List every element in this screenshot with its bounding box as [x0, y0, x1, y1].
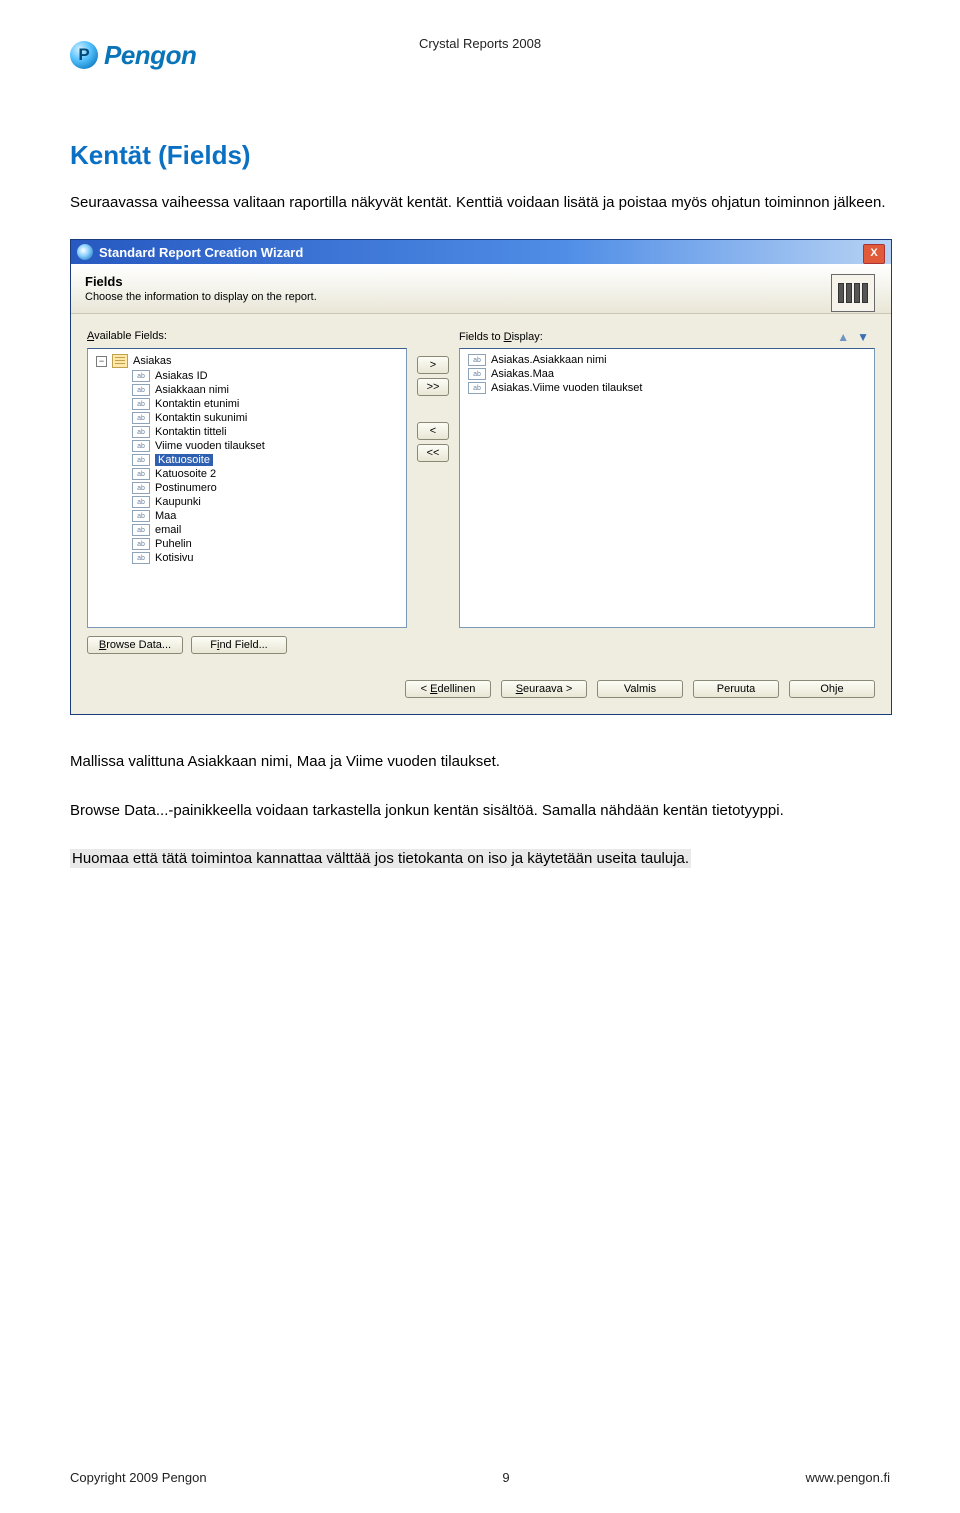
intro-paragraph: Seuraavassa vaiheessa valitaan raportill…: [70, 191, 890, 214]
field-icon: ab: [132, 496, 150, 508]
wizard-window: Standard Report Creation Wizard X Fields…: [70, 239, 892, 715]
wizard-header: Fields Choose the information to display…: [71, 264, 891, 314]
field-label: Kaupunki: [155, 496, 201, 508]
field-icon: ab: [132, 482, 150, 494]
field-label: Kontaktin titteli: [155, 426, 227, 438]
wizard-title-text: Standard Report Creation Wizard: [99, 245, 303, 260]
available-field-item[interactable]: ab Kontaktin titteli: [90, 425, 404, 439]
move-down-icon[interactable]: ▼: [857, 330, 869, 344]
field-icon: ab: [468, 354, 486, 366]
wizard-header-title: Fields: [85, 274, 123, 289]
next-button[interactable]: Seuraava >: [501, 680, 587, 698]
field-label: Kontaktin etunimi: [155, 398, 239, 410]
display-field-item[interactable]: ab Asiakas.Viime vuoden tilaukset: [462, 381, 872, 395]
field-label: Asiakkaan nimi: [155, 384, 229, 396]
field-icon: ab: [132, 538, 150, 550]
remove-button[interactable]: <: [417, 422, 449, 440]
field-icon: ab: [132, 468, 150, 480]
document-header-title: Crystal Reports 2008: [70, 36, 890, 51]
field-icon: ab: [468, 382, 486, 394]
field-label: Katuosoite: [155, 454, 213, 466]
footer-page-number: 9: [502, 1470, 509, 1485]
field-label: Postinumero: [155, 482, 217, 494]
field-icon: ab: [132, 454, 150, 466]
field-icon: ab: [132, 398, 150, 410]
reorder-arrows: ▲ ▼: [837, 330, 869, 344]
field-icon: ab: [132, 552, 150, 564]
collapse-icon[interactable]: −: [96, 356, 107, 367]
page-header: P Pengon Crystal Reports 2008: [70, 30, 890, 80]
caption-2: Browse Data...-painikkeella voidaan tark…: [70, 799, 890, 822]
field-icon: ab: [468, 368, 486, 380]
available-field-item[interactable]: ab Katuosoite 2: [90, 467, 404, 481]
tree-root-item[interactable]: − Asiakas: [90, 353, 404, 369]
back-button[interactable]: < Edellinen: [405, 680, 491, 698]
available-field-item[interactable]: ab Kontaktin sukunimi: [90, 411, 404, 425]
available-field-item[interactable]: ab Kotisivu: [90, 551, 404, 565]
field-icon: ab: [132, 440, 150, 452]
fields-icon: [831, 274, 875, 312]
field-icon: ab: [132, 510, 150, 522]
field-label: email: [155, 524, 181, 536]
remove-all-button[interactable]: <<: [417, 444, 449, 462]
table-name: Asiakas: [133, 355, 172, 367]
field-label: Katuosoite 2: [155, 468, 216, 480]
field-label: Asiakas.Asiakkaan nimi: [491, 354, 607, 366]
field-label: Kotisivu: [155, 552, 194, 564]
field-icon: ab: [132, 384, 150, 396]
section-title: Kentät (Fields): [70, 140, 890, 171]
add-all-button[interactable]: >>: [417, 378, 449, 396]
field-icon: ab: [132, 426, 150, 438]
browse-data-button[interactable]: Browse Data...: [87, 636, 183, 654]
cancel-button[interactable]: Peruuta: [693, 680, 779, 698]
available-field-item[interactable]: ab Katuosoite: [90, 453, 404, 467]
footer-copyright: Copyright 2009 Pengon: [70, 1470, 207, 1485]
find-field-button[interactable]: Find Field...: [191, 636, 287, 654]
move-up-icon[interactable]: ▲: [837, 330, 849, 344]
footer-url: www.pengon.fi: [805, 1470, 890, 1485]
available-field-item[interactable]: ab Viime vuoden tilaukset: [90, 439, 404, 453]
available-field-item[interactable]: ab Postinumero: [90, 481, 404, 495]
display-fields-list[interactable]: ab Asiakas.Asiakkaan nimi ab Asiakas.Maa ab A…: [459, 348, 875, 628]
field-label: Puhelin: [155, 538, 192, 550]
add-button[interactable]: >: [417, 356, 449, 374]
move-buttons: > >> < <<: [417, 356, 449, 480]
display-fields-label: Fields to Display:: [459, 331, 543, 343]
field-label: Maa: [155, 510, 176, 522]
field-icon: ab: [132, 524, 150, 536]
help-button[interactable]: Ohje: [789, 680, 875, 698]
page-footer: Copyright 2009 Pengon 9 www.pengon.fi: [70, 1470, 890, 1485]
wizard-titlebar: Standard Report Creation Wizard X: [71, 240, 891, 264]
field-label: Viime vuoden tilaukset: [155, 440, 265, 452]
wizard-body: Available Fields: Fields to Display: ▲ ▼…: [71, 314, 891, 664]
available-fields-label: Available Fields:: [87, 330, 167, 342]
available-fields-list[interactable]: − Asiakas ab Asiakas ID ab Asiakkaan nimi ab Ko…: [87, 348, 407, 628]
field-label: Asiakas.Maa: [491, 368, 554, 380]
available-field-item[interactable]: ab Puhelin: [90, 537, 404, 551]
table-icon: [112, 354, 128, 368]
field-icon: ab: [132, 412, 150, 424]
display-field-item[interactable]: ab Asiakas.Maa: [462, 367, 872, 381]
close-button[interactable]: X: [863, 244, 885, 264]
caption-3: Huomaa että tätä toimintoa kannattaa väl…: [70, 847, 890, 870]
wizard-header-subtitle: Choose the information to display on the…: [85, 291, 317, 303]
display-field-item[interactable]: ab Asiakas.Asiakkaan nimi: [462, 353, 872, 367]
finish-button[interactable]: Valmis: [597, 680, 683, 698]
available-field-item[interactable]: ab Kontaktin etunimi: [90, 397, 404, 411]
field-label: Kontaktin sukunimi: [155, 412, 247, 424]
available-field-item[interactable]: ab Asiakas ID: [90, 369, 404, 383]
wizard-title-icon: [77, 244, 93, 260]
available-field-item[interactable]: ab Maa: [90, 509, 404, 523]
available-field-item[interactable]: ab Asiakkaan nimi: [90, 383, 404, 397]
field-label: Asiakas ID: [155, 370, 208, 382]
available-field-item[interactable]: abemail: [90, 523, 404, 537]
available-field-item[interactable]: ab Kaupunki: [90, 495, 404, 509]
field-label: Asiakas.Viime vuoden tilaukset: [491, 382, 642, 394]
wizard-footer: < Edellinen Seuraava > Valmis Peruuta Oh…: [71, 664, 891, 714]
field-icon: ab: [132, 370, 150, 382]
caption-1: Mallissa valittuna Asiakkaan nimi, Maa j…: [70, 750, 890, 773]
